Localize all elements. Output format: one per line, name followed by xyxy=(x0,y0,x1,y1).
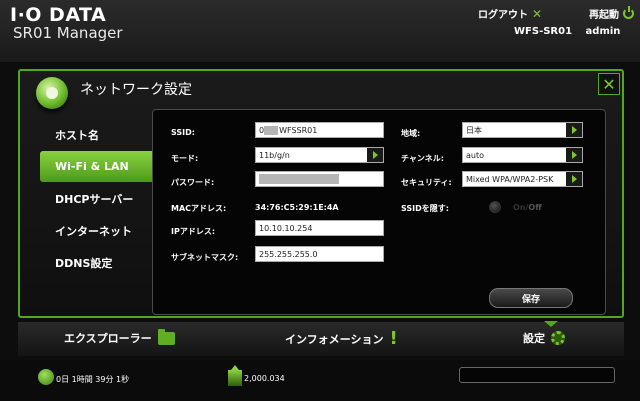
region-label: 地域: xyxy=(401,129,421,138)
sidebar: ホスト名 Wi-Fi & LAN DHCPサーバー インターネット DDNS設定 xyxy=(40,119,152,279)
hide-ssid-label: SSIDを隠す: xyxy=(401,204,449,213)
ip-value: 10.10.10.254 xyxy=(259,223,313,233)
security-label: セキュリティ: xyxy=(401,178,452,187)
brand-logo: I·O DATA xyxy=(10,4,107,26)
mode-value: 11b/g/n xyxy=(259,150,290,160)
ip-label: IPアドレス: xyxy=(171,227,216,236)
data-usage-text: 2,000.034 xyxy=(244,374,285,383)
channel-value: auto xyxy=(466,150,485,160)
security-select[interactable]: Mixed WPA/WPA2-PSK xyxy=(462,171,583,187)
chevron-right-icon xyxy=(566,172,582,186)
app-header: I·O DATA SR01 Manager ログアウト ✕ 再起動 WFS-SR… xyxy=(0,0,640,62)
sidebar-item-ddns[interactable]: DDNS設定 xyxy=(40,247,152,278)
ssid-value: WFSSR01 xyxy=(279,125,318,135)
logout-label: ログアウト xyxy=(478,10,528,21)
ssid-input[interactable]: 0 WFSSR01 xyxy=(255,122,384,138)
app-name: SR01 Manager xyxy=(13,24,123,42)
status-display xyxy=(459,367,615,383)
mac-label: MACアドレス: xyxy=(171,204,227,213)
region-select[interactable]: 日本 xyxy=(462,122,583,138)
chevron-right-icon xyxy=(367,148,383,162)
folder-icon xyxy=(157,328,175,345)
save-button[interactable]: 保存 xyxy=(489,288,573,308)
nav-explorer-label: エクスプローラー xyxy=(64,332,152,345)
restart-label: 再起動 xyxy=(589,10,619,21)
nav-settings-label: 設定 xyxy=(523,332,545,345)
mode-select[interactable]: 11b/g/n xyxy=(255,147,384,163)
channel-select[interactable]: auto xyxy=(462,147,583,163)
settings-window: ネットワーク設定 ✕ ホスト名 Wi-Fi & LAN DHCPサーバー インタ… xyxy=(18,69,624,318)
toggle-off-label: Off xyxy=(528,203,542,212)
device-info: WFS-SR01 admin xyxy=(514,26,630,37)
page-title: ネットワーク設定 xyxy=(80,82,192,98)
close-icon: ✕ xyxy=(532,6,543,21)
mac-value: 34:76:C5:29:1E:4A xyxy=(255,203,339,212)
sidebar-item-wifi-lan[interactable]: Wi-Fi & LAN xyxy=(40,151,152,182)
logout-button[interactable]: ログアウト ✕ xyxy=(478,6,543,22)
subnet-input[interactable]: 255.255.255.0 xyxy=(255,246,384,262)
close-window-button[interactable]: ✕ xyxy=(598,73,620,95)
sidebar-item-hostname[interactable]: ホスト名 xyxy=(40,119,152,150)
device-name: WFS-SR01 xyxy=(514,26,573,37)
subnet-label: サブネットマスク: xyxy=(171,253,239,262)
bottom-nav: エクスプローラー インフォメーション ! 設定 xyxy=(18,321,624,356)
nav-info-label: インフォメーション xyxy=(285,333,384,346)
data-transfer-icon xyxy=(228,365,242,386)
password-label: パスワード: xyxy=(171,178,215,187)
subnet-value: 255.255.255.0 xyxy=(259,249,318,259)
channel-label: チャンネル: xyxy=(401,154,444,163)
active-indicator xyxy=(544,321,558,327)
uptime-text: 0日 1時間 39分 1秒 xyxy=(56,375,130,384)
toggle-on-label: On xyxy=(513,203,526,212)
nav-explorer[interactable]: エクスプローラー xyxy=(64,328,175,346)
toggle-state-label: On/Off xyxy=(513,203,542,212)
security-value: Mixed WPA/WPA2-PSK xyxy=(466,174,554,184)
ip-input[interactable]: 10.10.10.254 xyxy=(255,220,384,236)
masked-text xyxy=(264,125,279,135)
gear-icon xyxy=(551,331,565,345)
region-value: 日本 xyxy=(466,125,482,135)
hide-ssid-toggle[interactable] xyxy=(489,201,501,213)
user-name: admin xyxy=(585,26,621,37)
network-settings-icon xyxy=(36,77,68,109)
masked-password xyxy=(259,174,339,184)
ssid-label: SSID: xyxy=(171,128,195,137)
password-input[interactable] xyxy=(255,171,384,187)
power-icon xyxy=(623,6,634,19)
restart-button[interactable]: 再起動 xyxy=(589,6,634,21)
chevron-right-icon xyxy=(566,148,582,162)
clock-icon xyxy=(38,369,54,385)
sidebar-item-internet[interactable]: インターネット xyxy=(40,215,152,246)
status-bar: 0日 1時間 39分 1秒 2,000.034 xyxy=(0,360,640,401)
mode-label: モード: xyxy=(171,154,199,163)
chevron-right-icon xyxy=(566,123,582,137)
exclamation-icon: ! xyxy=(389,328,398,349)
settings-panel: SSID: 0 WFSSR01 モード: 11b/g/n パスワード: MACア… xyxy=(152,109,606,315)
nav-settings[interactable]: 設定 xyxy=(523,330,565,346)
nav-information[interactable]: インフォメーション ! xyxy=(285,330,398,348)
sidebar-item-dhcp[interactable]: DHCPサーバー xyxy=(40,183,152,214)
close-icon: ✕ xyxy=(602,74,616,94)
